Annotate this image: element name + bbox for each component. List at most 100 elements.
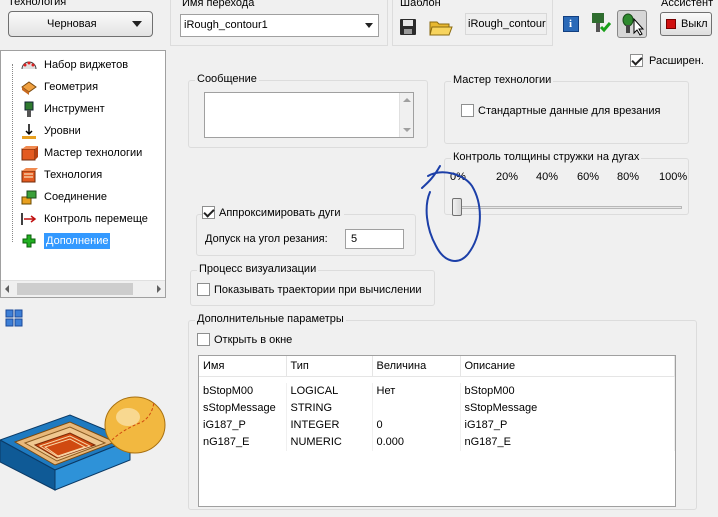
tech-dropdown-value: Черновая [47,18,97,30]
tree-item-technology[interactable]: Технология [20,165,102,185]
extended-checkbox[interactable]: Расширен. [630,54,704,67]
tree-horizontal-scrollbar[interactable] [1,280,165,297]
cell-name: sStopMessage [199,399,287,417]
tech-dropdown[interactable]: Черновая [8,11,153,37]
cell-type: INTEGER [286,416,373,434]
technology-icon [20,167,38,183]
connection-icon [20,189,38,205]
column-header-value[interactable]: Величина [372,356,461,377]
template-label: Шаблон [398,0,443,9]
chip-tick: 100% [659,171,688,183]
widget-set-icon [20,57,38,73]
extended-check[interactable] [630,54,643,67]
params-table-container: Имя Тип Величина Описание bStopM00 LOGIC… [198,355,676,507]
template-field[interactable]: iRough_contour [465,13,547,35]
cell-value[interactable]: Нет [372,382,461,400]
cell-value[interactable]: 0 [372,416,461,434]
template-value: iRough_contour [468,18,546,30]
message-textarea[interactable] [204,92,414,138]
cell-name: bStopM00 [199,382,287,400]
tolerance-value: 5 [351,233,358,245]
transition-combo[interactable]: iRough_contour1 [180,14,379,37]
save-button[interactable] [399,18,419,38]
show-trajectories-checkbox[interactable]: Показывать траектории при вычислении [197,283,422,296]
stop-icon [666,19,676,29]
chip-tick: 20% [496,171,519,183]
scroll-thumb[interactable] [17,283,133,295]
table-row[interactable]: bStopM00 LOGICAL Нет bStopM00 [199,382,675,400]
tech-label: Технология [8,0,67,8]
approximate-arcs-checkbox[interactable]: Аппроксимировать дуги [202,206,344,219]
tree-item-label: Геометрия [44,81,99,93]
table-row[interactable]: iG187_P INTEGER 0 iG187_P [199,416,675,434]
column-header-description[interactable]: Описание [460,356,675,377]
tech-master-icon [20,145,38,161]
show-trajectories-label: Показывать траектории при вычислении [214,283,422,296]
tree-item-geometry[interactable]: Геометрия [20,77,98,97]
standard-entry-checkbox[interactable]: Стандартные данные для врезания [461,104,660,117]
tool-check-button[interactable] [589,12,612,36]
approximate-arcs-label: Аппроксимировать дуги [219,206,341,219]
tool-select-button[interactable] [617,10,647,38]
tree-item-tech-master[interactable]: Мастер технологии [20,143,142,163]
grid-view-icon[interactable] [5,309,23,327]
tree-item-connection[interactable]: Соединение [20,187,107,207]
tree-item-label: Соединение [44,191,108,203]
tree-item-addition[interactable]: Дополнение [20,231,111,251]
cell-type: NUMERIC [286,433,373,451]
scroll-up-icon[interactable] [403,98,411,102]
standard-entry-check[interactable] [461,104,474,117]
assistant-toggle-button[interactable]: Выкл [660,12,712,36]
tech-master-group-title: Мастер технологии [451,74,554,86]
handwritten-annotation [421,165,481,262]
tree-item-tool[interactable]: Инструмент [20,99,105,119]
move-control-icon [20,211,38,227]
cell-type: LOGICAL [286,382,373,400]
tolerance-label: Допуск на угол резания: [205,233,328,245]
scroll-right-icon[interactable] [157,285,161,293]
table-row[interactable]: sStopMessage STRING sStopMessage [199,399,675,417]
table-row[interactable]: nG187_E NUMERIC 0.000 nG187_E [199,433,675,451]
cell-name: nG187_E [199,433,287,451]
show-trajectories-check[interactable] [197,283,210,296]
tree-item-move-control[interactable]: Контроль перемеще [20,209,148,229]
tree-item-label: Мастер технологии [44,147,143,159]
chevron-down-icon [132,21,142,27]
info-button[interactable]: i [563,16,579,32]
cell-value[interactable]: 0.000 [372,433,461,451]
params-table: Имя Тип Величина Описание bStopM00 LOGIC… [199,356,675,451]
message-group-title: Сообщение [195,73,259,85]
cell-description: sStopMessage [460,399,675,417]
extended-label: Расширен. [649,54,704,67]
tree-item-label: Технология [44,169,103,181]
addition-icon [20,233,38,249]
chip-tick: 60% [577,171,600,183]
tree-item-label: Уровни [44,125,81,137]
column-header-type[interactable]: Тип [286,356,373,377]
column-header-name[interactable]: Имя [199,356,287,377]
open-folder-button[interactable] [429,16,453,38]
tree-item-label: Дополнение [44,233,111,249]
scroll-left-icon[interactable] [5,285,9,293]
transition-label: Имя перехода [180,0,257,9]
tree-item-levels[interactable]: Уровни [20,121,81,141]
message-scrollbar[interactable] [399,93,413,137]
open-in-window-checkbox[interactable]: Открыть в окне [197,333,292,346]
tree-item-label: Контроль перемеще [44,213,148,225]
cell-value[interactable] [372,399,461,417]
open-in-window-check[interactable] [197,333,210,346]
tree-item-label: Набор виджетов [44,59,129,71]
assistant-label: Ассистент [661,0,714,9]
scroll-down-icon[interactable] [403,128,411,132]
tree-item-widget-set[interactable]: Набор виджетов [20,55,128,75]
geometry-icon [20,79,38,95]
approximate-arcs-check[interactable] [202,206,215,219]
chip-tick: 40% [536,171,559,183]
transition-value: iRough_contour1 [184,19,268,31]
table-header-row: Имя Тип Величина Описание [199,356,675,377]
levels-icon [20,123,38,139]
chip-tick: 80% [617,171,640,183]
cell-description: nG187_E [460,433,675,451]
tolerance-input[interactable]: 5 [345,229,404,249]
cell-type: STRING [286,399,373,417]
